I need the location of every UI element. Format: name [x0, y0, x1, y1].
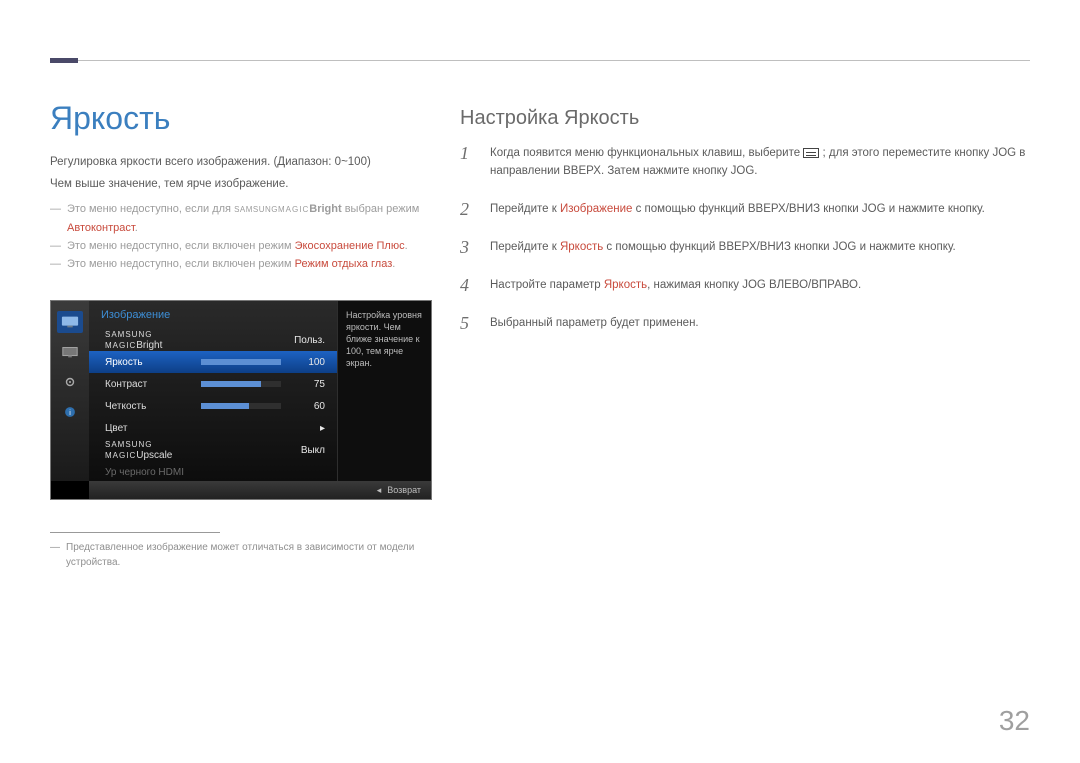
- header-accent: [50, 58, 78, 63]
- dash-icon: ―: [50, 540, 60, 570]
- dash-icon: ―: [50, 255, 61, 273]
- slider-fill: [201, 381, 261, 387]
- slider-track[interactable]: [201, 403, 281, 409]
- step-text: Выбранный параметр будет применен.: [490, 314, 1030, 332]
- slider-fill: [201, 359, 281, 365]
- chevron-right-icon: ▸: [291, 423, 325, 434]
- osd-row-value: 75: [291, 379, 325, 390]
- osd-row-label: Ур черного HDMI: [105, 467, 201, 478]
- step-text: Настройте параметр Яркость, нажимая кноп…: [490, 276, 1030, 294]
- osd-row-value: Польз.: [291, 335, 325, 346]
- restriction-list: ― Это меню недоступно, если для SAMSUNGM…: [50, 200, 430, 273]
- step-number: 1: [460, 144, 474, 180]
- restriction-item: ― Это меню недоступно, если включен режи…: [50, 255, 430, 273]
- settings-icon[interactable]: [57, 371, 83, 393]
- osd-side-nav: i: [51, 301, 89, 481]
- slider-track[interactable]: [201, 359, 281, 365]
- description-line: Регулировка яркости всего изображения. (…: [50, 152, 430, 172]
- footnote: ― Представленное изображение может отлич…: [50, 540, 430, 570]
- osd-row-magicupscale[interactable]: SAMSUNG MAGICUpscale Выкл: [89, 439, 337, 461]
- restriction-item: ― Это меню недоступно, если для SAMSUNGM…: [50, 200, 430, 237]
- menu-icon: [803, 148, 819, 158]
- slider-fill: [201, 403, 249, 409]
- dash-icon: ―: [50, 237, 61, 255]
- osd-row-value: Выкл: [291, 445, 325, 456]
- step-text: Когда появится меню функциональных клави…: [490, 144, 1030, 180]
- osd-help-panel: Настройка уровня яркости. Чем ближе знач…: [337, 301, 431, 481]
- restriction-text: Это меню недоступно, если включен режим …: [67, 237, 408, 255]
- step-text: Перейдите к Яркость с помощью функций ВВ…: [490, 238, 1030, 256]
- step-number: 2: [460, 200, 474, 218]
- restriction-text: Это меню недоступно, если для SAMSUNGMAG…: [67, 200, 430, 237]
- step-item: 3 Перейдите к Яркость с помощью функций …: [460, 238, 1030, 256]
- osd-row-contrast[interactable]: Контраст 75: [89, 373, 337, 395]
- step-item: 1 Когда появится меню функциональных кла…: [460, 144, 1030, 180]
- osd-row-brightness[interactable]: Яркость 100: [89, 351, 337, 373]
- footnote-divider: [50, 532, 220, 533]
- back-arrow-icon[interactable]: ◂: [377, 485, 382, 496]
- step-number: 5: [460, 314, 474, 332]
- description-block: Регулировка яркости всего изображения. (…: [50, 152, 430, 273]
- page-title: Яркость: [50, 100, 170, 137]
- osd-row-hdmi-black: Ур черного HDMI: [89, 461, 337, 483]
- description-line: Чем выше значение, тем ярче изображение.: [50, 174, 430, 194]
- osd-row-value: 60: [291, 401, 325, 412]
- dash-icon: ―: [50, 200, 61, 237]
- picture-icon[interactable]: [57, 311, 83, 333]
- step-item: 4 Настройте параметр Яркость, нажимая кн…: [460, 276, 1030, 294]
- osd-row-color[interactable]: Цвет ▸: [89, 417, 337, 439]
- osd-row-label: Яркость: [105, 357, 201, 368]
- osd-bottom-bar: ◂ Возврат: [89, 481, 431, 499]
- step-number: 4: [460, 276, 474, 294]
- osd-section-title: Изображение: [89, 305, 337, 329]
- osd-row-sharpness[interactable]: Четкость 60: [89, 395, 337, 417]
- osd-row-label: SAMSUNG MAGICBright: [105, 329, 201, 351]
- step-item: 5 Выбранный параметр будет применен.: [460, 314, 1030, 332]
- info-icon[interactable]: i: [57, 401, 83, 423]
- slider-track[interactable]: [201, 381, 281, 387]
- step-item: 2 Перейдите к Изображение с помощью функ…: [460, 200, 1030, 218]
- return-label[interactable]: Возврат: [387, 485, 421, 495]
- osd-row-magicbright[interactable]: SAMSUNG MAGICBright Польз.: [89, 329, 337, 351]
- osd-item-list: Изображение SAMSUNG MAGICBright Польз. Я…: [89, 301, 337, 481]
- section-title: Настройка Яркость: [460, 107, 639, 130]
- osd-row-label: SAMSUNG MAGICUpscale: [105, 439, 201, 461]
- step-number: 3: [460, 238, 474, 256]
- restriction-item: ― Это меню недоступно, если включен режи…: [50, 237, 430, 255]
- osd-row-value: 100: [291, 357, 325, 368]
- display-icon[interactable]: [57, 341, 83, 363]
- step-text: Перейдите к Изображение с помощью функци…: [490, 200, 1030, 218]
- header-divider: [50, 60, 1030, 61]
- osd-row-label: Контраст: [105, 379, 201, 390]
- steps-list: 1 Когда появится меню функциональных кла…: [460, 144, 1030, 352]
- osd-row-label: Цвет: [105, 423, 201, 434]
- page-number: 32: [999, 705, 1030, 737]
- osd-main-panel: Изображение SAMSUNG MAGICBright Польз. Я…: [89, 301, 431, 481]
- osd-row-label: Четкость: [105, 401, 201, 412]
- osd-menu-screenshot: i Изображение SAMSUNG MAGICBright Польз.…: [50, 300, 432, 500]
- restriction-text: Это меню недоступно, если включен режим …: [67, 255, 395, 273]
